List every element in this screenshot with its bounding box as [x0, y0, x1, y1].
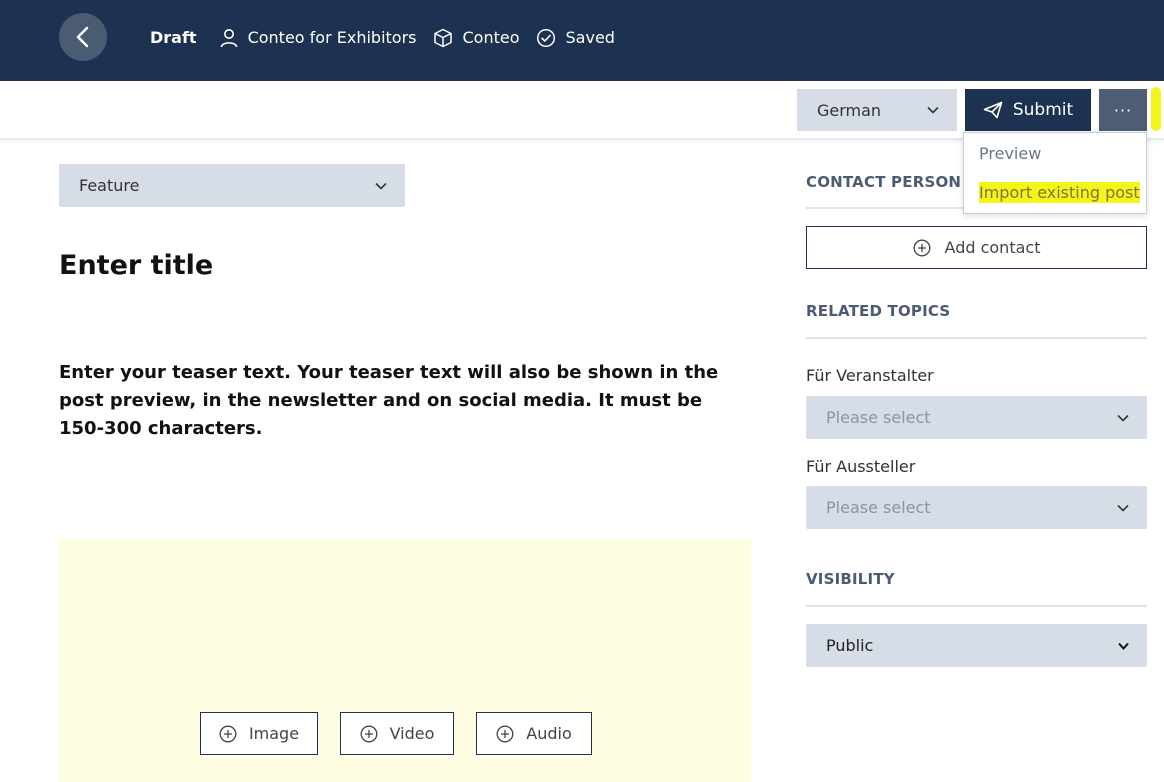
add-audio-label: Audio: [526, 724, 572, 743]
divider: [806, 605, 1147, 607]
menu-item-import-existing-post[interactable]: Import existing post: [979, 182, 1140, 203]
chevron-down-icon: [375, 182, 387, 190]
title-input[interactable]: Enter title: [59, 250, 213, 281]
cube-icon: [433, 28, 453, 48]
visibility-heading: VISIBILITY: [806, 570, 895, 588]
highlight-mark: [1151, 87, 1161, 131]
chevron-down-icon: [1118, 642, 1129, 650]
chevron-down-icon: [1117, 414, 1129, 422]
more-options-label: ···: [1113, 100, 1133, 120]
project-crumb[interactable]: Conteo: [433, 28, 520, 48]
save-state-label: Saved: [565, 28, 615, 47]
more-options-button[interactable]: ···: [1099, 89, 1147, 131]
plus-circle-icon: [496, 725, 514, 743]
paper-plane-icon: [983, 101, 1003, 119]
breadcrumb: Draft Conteo for Exhibitors Conteo Saved: [150, 0, 631, 75]
submit-label: Submit: [1012, 100, 1074, 120]
veranstalter-select-value: Please select: [826, 408, 931, 427]
status-label: Draft: [150, 28, 197, 47]
chevron-down-icon: [927, 106, 939, 114]
user-icon: [220, 28, 238, 48]
contact-person-heading: CONTACT PERSON: [806, 173, 962, 191]
add-video-label: Video: [389, 724, 435, 743]
related-topics-heading: RELATED TOPICS: [806, 302, 951, 320]
aussteller-select[interactable]: Please select: [806, 486, 1147, 529]
veranstalter-label: Für Veranstalter: [806, 366, 934, 385]
teaser-input[interactable]: Enter your teaser text. Your teaser text…: [59, 359, 719, 443]
user-crumb[interactable]: Conteo for Exhibitors: [220, 28, 417, 48]
top-header-bar: Draft Conteo for Exhibitors Conteo Saved: [0, 0, 1164, 81]
visibility-select[interactable]: Public: [806, 624, 1147, 667]
divider: [806, 337, 1147, 339]
add-image-button[interactable]: Image: [200, 712, 318, 755]
add-audio-button[interactable]: Audio: [476, 712, 592, 755]
post-type-select[interactable]: Feature: [59, 164, 405, 207]
back-button[interactable]: [59, 13, 107, 61]
language-select[interactable]: German: [797, 89, 957, 131]
project-crumb-label: Conteo: [462, 28, 520, 47]
language-select-value: German: [817, 100, 882, 120]
chevron-left-icon: [74, 26, 92, 48]
add-image-label: Image: [248, 724, 300, 743]
check-circle-icon: [536, 28, 556, 48]
plus-circle-icon: [219, 725, 237, 743]
add-contact-button[interactable]: Add contact: [806, 226, 1147, 269]
aussteller-label: Für Aussteller: [806, 457, 916, 476]
visibility-select-value: Public: [826, 636, 874, 655]
aussteller-select-value: Please select: [826, 498, 931, 517]
submit-button[interactable]: Submit: [965, 89, 1091, 131]
plus-circle-icon: [360, 725, 378, 743]
more-options-menu: Preview Import existing post: [963, 132, 1147, 214]
add-video-button[interactable]: Video: [340, 712, 454, 755]
plus-circle-icon: [913, 239, 931, 257]
post-type-value: Feature: [79, 176, 140, 195]
add-contact-label: Add contact: [944, 238, 1041, 257]
veranstalter-select[interactable]: Please select: [806, 396, 1147, 439]
chevron-down-icon: [1117, 504, 1129, 512]
media-drop-area[interactable]: Image Video Audio: [59, 539, 751, 782]
menu-item-preview[interactable]: Preview: [979, 144, 1041, 163]
save-state: Saved: [536, 28, 615, 48]
user-crumb-label: Conteo for Exhibitors: [247, 28, 417, 47]
